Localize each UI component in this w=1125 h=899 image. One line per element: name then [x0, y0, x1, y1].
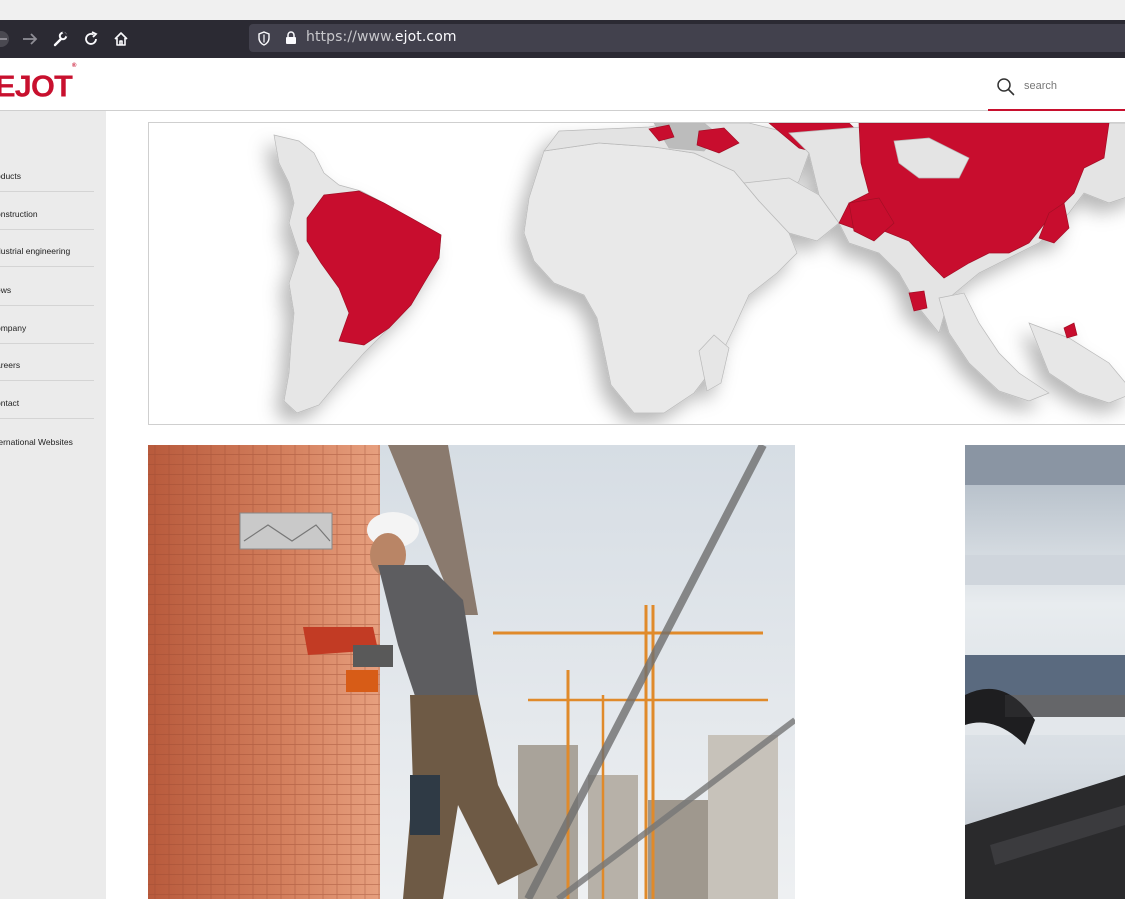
- url-domain: ejot.com: [394, 29, 457, 45]
- logo-text: EJOT: [0, 68, 73, 104]
- sidebar-item-label: onstruction: [0, 209, 38, 219]
- logo-trademark: ®: [71, 63, 77, 69]
- sidebar-item-products[interactable]: oducts: [0, 154, 94, 192]
- home-icon[interactable]: [110, 28, 132, 50]
- sidebar-item-industrial-engineering[interactable]: dustrial engineering: [0, 229, 94, 267]
- sidebar-item-label: dustrial engineering: [0, 246, 71, 256]
- reload-icon[interactable]: [80, 28, 102, 50]
- sidebar-item-international-websites[interactable]: ternational Websites: [0, 420, 94, 458]
- site-header: [0, 58, 1125, 111]
- sidebar-item-construction[interactable]: onstruction: [0, 192, 94, 230]
- url-text[interactable]: https://www.ejot.com: [306, 29, 457, 45]
- world-map-banner[interactable]: [148, 122, 1125, 425]
- sidebar-item-label: ternational Websites: [0, 437, 73, 447]
- lock-icon: [280, 27, 302, 49]
- sidebar-item-label: areers: [0, 360, 21, 370]
- industrial-photo[interactable]: [965, 445, 1125, 899]
- search-input[interactable]: [1024, 77, 1119, 95]
- sidebar-item-contact[interactable]: ontact: [0, 381, 94, 419]
- sidebar-item-label: ontact: [0, 398, 20, 408]
- construction-worker-photo[interactable]: [148, 445, 795, 899]
- sidebar-item-label: oducts: [0, 171, 22, 181]
- forward-icon[interactable]: [19, 28, 41, 50]
- sidebar-item-news[interactable]: ews: [0, 268, 94, 306]
- wrench-icon[interactable]: [49, 28, 71, 50]
- sidebar-item-careers[interactable]: areers: [0, 343, 94, 381]
- construction-photo-image: [148, 445, 795, 899]
- back-icon[interactable]: [0, 28, 16, 50]
- sidebar-nav: oducts onstruction dustrial engineering …: [0, 111, 106, 899]
- ejot-logo[interactable]: EJOT®: [0, 63, 77, 104]
- sidebar-item-company[interactable]: ompany: [0, 306, 94, 344]
- search-icon[interactable]: [996, 77, 1016, 101]
- window-titlebar: [0, 0, 1125, 20]
- search-box[interactable]: [988, 72, 1125, 111]
- url-prefix: https://www.: [306, 29, 395, 45]
- sidebar-item-label: ews: [0, 285, 12, 295]
- sidebar-item-label: ompany: [0, 323, 27, 333]
- world-map-image: [273, 123, 1125, 414]
- shield-icon[interactable]: [253, 27, 275, 49]
- industrial-photo-image: [965, 445, 1125, 899]
